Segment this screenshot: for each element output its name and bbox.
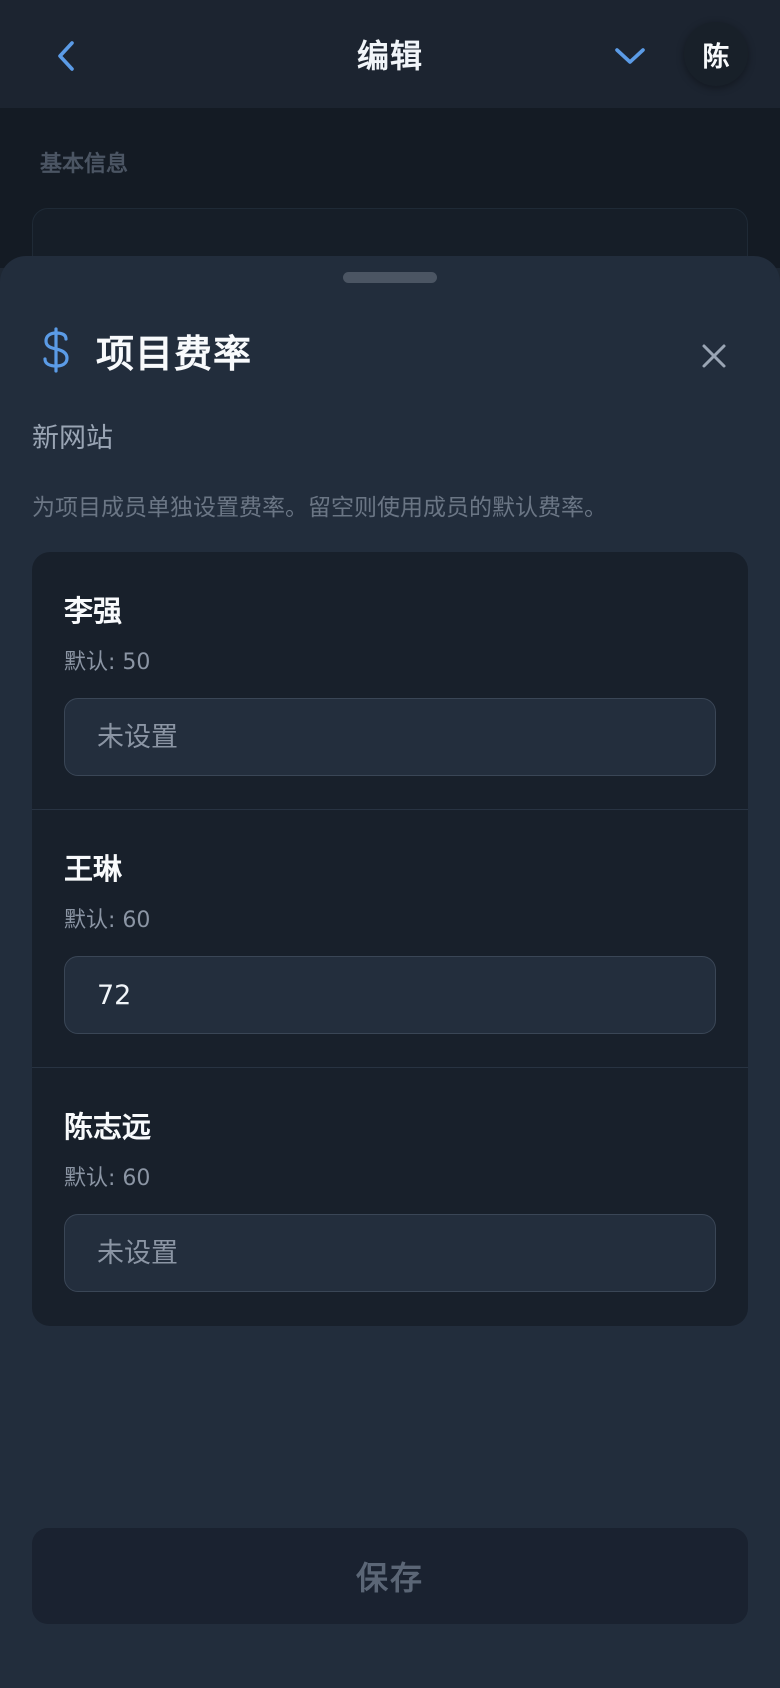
member-name: 王琳 (64, 852, 123, 886)
sheet-drag-handle[interactable] (343, 272, 437, 283)
close-icon (702, 344, 726, 368)
member-default-rate: 默认: 50 (64, 650, 151, 675)
save-button[interactable]: 保存 (32, 1528, 748, 1624)
member-rate-row: 陈志远 默认: 60 (32, 1068, 748, 1326)
project-rates-sheet: 项目费率 新网站 为项目成员单独设置费率。留空则使用成员的默认费率。 李强 默认… (0, 256, 780, 1688)
app-header: 编辑 陈 (0, 0, 780, 108)
member-rate-row: 王琳 默认: 60 (32, 810, 748, 1068)
back-button[interactable] (48, 32, 84, 80)
rate-input[interactable] (64, 956, 716, 1034)
section-label-basic-info: 基本信息 (40, 152, 129, 177)
dollar-icon (36, 324, 76, 376)
chevron-down-icon (615, 48, 645, 64)
expand-button[interactable] (608, 36, 652, 76)
chevron-left-icon (58, 41, 74, 71)
member-rates-list: 李强 默认: 50 王琳 默认: 60 陈志远 默认: 60 (32, 552, 748, 1326)
member-default-rate: 默认: 60 (64, 908, 151, 933)
rates-description: 为项目成员单独设置费率。留空则使用成员的默认费率。 (32, 495, 607, 521)
sheet-title: 项目费率 (96, 331, 253, 376)
background-form: 基本信息 (0, 108, 780, 288)
page-title: 编辑 (356, 37, 423, 75)
sheet-header: 项目费率 (36, 320, 744, 380)
rate-input[interactable] (64, 698, 716, 776)
member-name: 陈志远 (64, 1110, 152, 1144)
rate-input[interactable] (64, 1214, 716, 1292)
member-rate-row: 李强 默认: 50 (32, 552, 748, 810)
user-avatar[interactable]: 陈 (684, 22, 748, 86)
member-default-rate: 默认: 60 (64, 1166, 151, 1191)
screen: 编辑 陈 基本信息 项目费率 新网站 为项目成员单独设置费率。留空则使用成员的默… (0, 0, 780, 1688)
project-name: 新网站 (32, 423, 113, 454)
member-name: 李强 (64, 594, 123, 628)
close-button[interactable] (692, 334, 736, 378)
